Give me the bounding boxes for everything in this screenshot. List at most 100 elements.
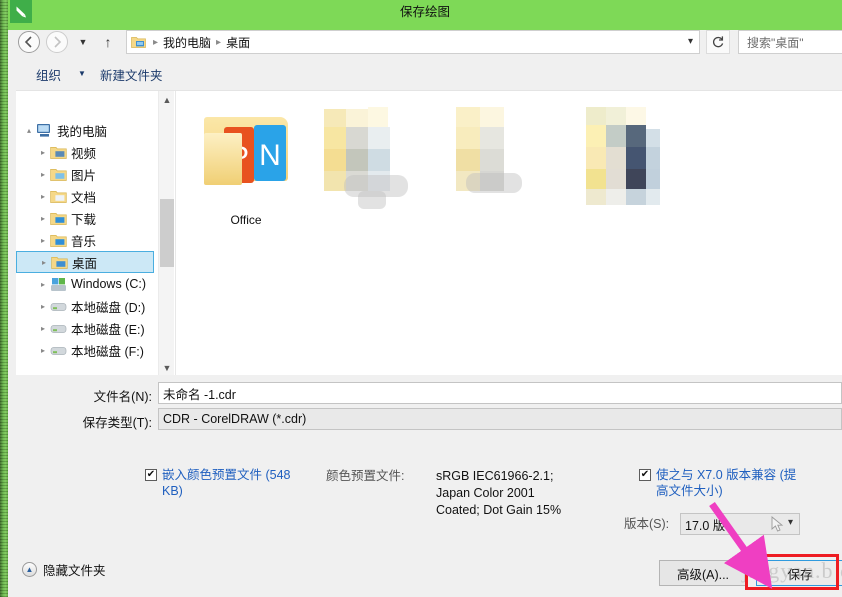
organize-button[interactable]: 组织 bbox=[36, 65, 61, 84]
expander-collapsed-icon[interactable]: ▸ bbox=[37, 258, 51, 267]
sidebar-item-label: 本地磁盘 (D:) bbox=[71, 297, 145, 316]
hide-folders-button[interactable]: ▲ 隐藏文件夹 bbox=[22, 560, 106, 579]
sidebar-item-label: 本地磁盘 (E:) bbox=[71, 319, 145, 338]
screen: 保存绘图 ▼ ↑ ▸ 我的电脑 bbox=[0, 0, 842, 597]
embed-profile-label-line1: 嵌入颜色预置文件 (548 bbox=[162, 467, 312, 483]
sidebar-item-0[interactable]: ▴ 我的电脑 bbox=[16, 119, 158, 141]
filename-label: 文件名(N): bbox=[16, 386, 152, 405]
search-input[interactable]: 搜索"桌面" bbox=[738, 30, 842, 54]
organize-chevron-down-icon[interactable]: ▼ bbox=[78, 69, 86, 78]
expander-expanded-icon[interactable]: ▴ bbox=[22, 126, 36, 135]
filename-value: 未命名 -1.cdr bbox=[163, 384, 236, 403]
expander-collapsed-icon[interactable]: ▸ bbox=[36, 302, 50, 311]
refresh-icon[interactable] bbox=[706, 30, 730, 54]
expander-collapsed-icon[interactable]: ▸ bbox=[36, 214, 50, 223]
expander-collapsed-icon[interactable]: ▸ bbox=[36, 192, 50, 201]
sidebar-item-7[interactable]: ▸Windows (C:) bbox=[16, 273, 158, 295]
windows-drive-icon bbox=[50, 277, 67, 292]
navigation-tree-pane: ▴我的电脑▸视频▸图片▸文档▸下载▸音乐▸桌面▸Windows (C:)▸本地磁… bbox=[16, 91, 158, 376]
forward-button[interactable] bbox=[46, 31, 68, 53]
color-profile-line3: Coated; Dot Gain 15% bbox=[436, 502, 616, 519]
sidebar-item-label: 本地磁盘 (F:) bbox=[71, 341, 144, 360]
save-options-area: 文件名(N): 未命名 -1.cdr 保存类型(T): CDR - CorelD… bbox=[16, 375, 842, 597]
desktop-folder-icon bbox=[131, 35, 146, 49]
computer-icon bbox=[36, 123, 53, 138]
list-item[interactable]: P N Office bbox=[186, 99, 306, 227]
sidebar-item-1[interactable]: ▸ 视频 bbox=[16, 141, 158, 163]
sidebar-item-5[interactable]: ▸音乐 bbox=[16, 229, 158, 251]
sidebar-item-10[interactable]: ▸ 本地磁盘 (F:) bbox=[16, 339, 158, 361]
recent-locations-button[interactable]: ▼ bbox=[78, 37, 88, 47]
documents-folder-icon bbox=[50, 189, 67, 204]
color-profile-value: sRGB IEC61966-2.1; Japan Color 2001 Coat… bbox=[436, 468, 616, 519]
advanced-button-label: 高级(A)... bbox=[677, 564, 729, 583]
navigation-tree: ▴我的电脑▸视频▸图片▸文档▸下载▸音乐▸桌面▸Windows (C:)▸本地磁… bbox=[16, 91, 158, 361]
title-bar: 保存绘图 bbox=[8, 0, 842, 25]
music-folder-icon bbox=[50, 233, 67, 248]
filename-input[interactable]: 未命名 -1.cdr bbox=[158, 382, 842, 404]
office-folder-icon: P N bbox=[186, 99, 306, 209]
up-one-level-button[interactable]: ↑ bbox=[100, 33, 116, 51]
blurred-folder-icon bbox=[314, 99, 434, 209]
version-value: 17.0 版 bbox=[685, 515, 725, 534]
file-list-pane[interactable]: P N Office bbox=[175, 91, 842, 376]
desktop-background-strip bbox=[0, 0, 8, 597]
sidebar-item-8[interactable]: ▸ 本地磁盘 (D:) bbox=[16, 295, 158, 317]
folder-shape: P N bbox=[204, 117, 288, 185]
save-drawing-dialog: 保存绘图 ▼ ↑ ▸ 我的电脑 bbox=[8, 0, 842, 597]
hide-folders-label: 隐藏文件夹 bbox=[43, 560, 106, 579]
scroll-down-chevron-down-icon[interactable]: ▼ bbox=[159, 359, 175, 376]
back-button[interactable] bbox=[18, 31, 40, 53]
list-item[interactable] bbox=[570, 99, 690, 213]
expander-collapsed-icon[interactable]: ▸ bbox=[36, 236, 50, 245]
breadcrumb-item-computer[interactable]: 我的电脑 bbox=[163, 34, 211, 51]
list-item[interactable] bbox=[314, 99, 434, 213]
scrollbar-thumb[interactable] bbox=[160, 199, 174, 267]
expander-collapsed-icon[interactable]: ▸ bbox=[36, 280, 50, 289]
drive-icon bbox=[50, 321, 67, 336]
version-compat-label[interactable]: 使之与 X7.0 版本兼容 (提 高文件大小) bbox=[656, 467, 816, 499]
drive-icon bbox=[50, 343, 67, 358]
list-item[interactable] bbox=[442, 99, 562, 213]
sidebar-item-9[interactable]: ▸ 本地磁盘 (E:) bbox=[16, 317, 158, 339]
sidebar-item-4[interactable]: ▸ 下载 bbox=[16, 207, 158, 229]
new-folder-button[interactable]: 新建文件夹 bbox=[100, 65, 163, 84]
scroll-up-chevron-up-icon[interactable]: ▲ bbox=[159, 91, 175, 108]
expander-collapsed-icon[interactable]: ▸ bbox=[36, 346, 50, 355]
breadcrumb-separator-2: ▸ bbox=[216, 37, 221, 48]
version-compat-checkbox[interactable]: ✔ bbox=[639, 469, 651, 481]
embed-profile-label[interactable]: 嵌入颜色预置文件 (548 KB) bbox=[162, 467, 312, 499]
sidebar-item-3[interactable]: ▸ 文档 bbox=[16, 185, 158, 207]
expander-collapsed-icon[interactable]: ▸ bbox=[36, 170, 50, 179]
embed-profile-checkbox[interactable]: ✔ bbox=[145, 469, 157, 481]
sidebar-item-2[interactable]: ▸图片 bbox=[16, 163, 158, 185]
browser-panes: ▴我的电脑▸视频▸图片▸文档▸下载▸音乐▸桌面▸Windows (C:)▸本地磁… bbox=[16, 90, 842, 375]
version-select[interactable]: 17.0 版 ▾ bbox=[680, 513, 800, 535]
version-compat-line1: 使之与 X7.0 版本兼容 (提 bbox=[656, 467, 816, 483]
checkmark-icon: ✔ bbox=[147, 470, 155, 480]
sidebar-item-label: 桌面 bbox=[72, 253, 97, 272]
sidebar-item-label: 视频 bbox=[71, 143, 96, 162]
checkmark-icon: ✔ bbox=[641, 470, 649, 480]
filetype-select[interactable]: CDR - CorelDRAW (*.cdr) bbox=[158, 408, 842, 430]
expander-collapsed-icon[interactable]: ▸ bbox=[36, 148, 50, 157]
address-bar-row: ▼ ↑ ▸ 我的电脑 ▸ 桌面 ▾ bbox=[16, 28, 842, 56]
address-dropdown-chevron-down-icon[interactable]: ▾ bbox=[688, 36, 693, 47]
version-chevron-down-icon[interactable]: ▾ bbox=[788, 517, 793, 528]
embed-profile-label-line2: KB) bbox=[162, 483, 312, 499]
color-profile-line2: Japan Color 2001 bbox=[436, 485, 616, 502]
address-bar[interactable]: ▸ 我的电脑 ▸ 桌面 ▾ bbox=[126, 30, 700, 54]
expander-collapsed-icon[interactable]: ▸ bbox=[36, 324, 50, 333]
sidebar-item-label: 下载 bbox=[71, 209, 96, 228]
sidebar-item-label: 我的电脑 bbox=[57, 121, 107, 140]
blurred-folder-icon bbox=[570, 99, 690, 209]
sidebar-item-6[interactable]: ▸ 桌面 bbox=[16, 251, 154, 273]
sidebar-item-label: 文档 bbox=[71, 187, 96, 206]
breadcrumb-item-desktop[interactable]: 桌面 bbox=[226, 34, 250, 51]
filetype-label: 保存类型(T): bbox=[16, 412, 152, 431]
advanced-button[interactable]: 高级(A)... bbox=[659, 560, 747, 586]
filetype-value: CDR - CorelDRAW (*.cdr) bbox=[163, 412, 306, 426]
version-label: 版本(S): bbox=[624, 516, 669, 533]
tree-scrollbar[interactable]: ▲ ▼ bbox=[158, 91, 174, 376]
svg-text:N: N bbox=[259, 139, 281, 172]
